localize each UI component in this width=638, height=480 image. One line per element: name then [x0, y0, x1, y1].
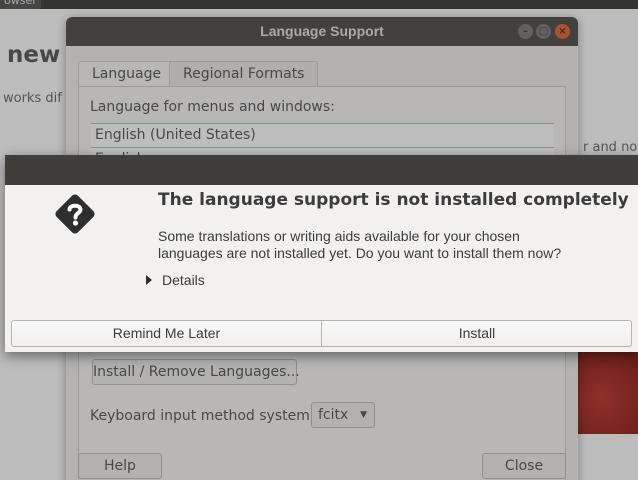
incomplete-language-support-dialog: The language support is not installed co… [5, 155, 638, 352]
dialog-heading: The language support is not installed co… [158, 190, 629, 210]
details-label: Details [162, 272, 205, 288]
dialog-button-row: Remind Me Later Install [11, 320, 632, 347]
dialog-titlebar [5, 155, 638, 185]
install-button[interactable]: Install [322, 321, 632, 346]
question-mark-icon [55, 194, 95, 234]
details-expander[interactable]: Details [146, 272, 205, 288]
dialog-message-line: Some translations or writing aids availa… [158, 228, 520, 244]
remind-me-later-button[interactable]: Remind Me Later [12, 321, 322, 346]
expander-arrow-icon [146, 275, 152, 285]
dialog-message: Some translations or writing aids availa… [158, 228, 561, 262]
dialog-message-line: languages are not installed yet. Do you … [158, 245, 562, 261]
